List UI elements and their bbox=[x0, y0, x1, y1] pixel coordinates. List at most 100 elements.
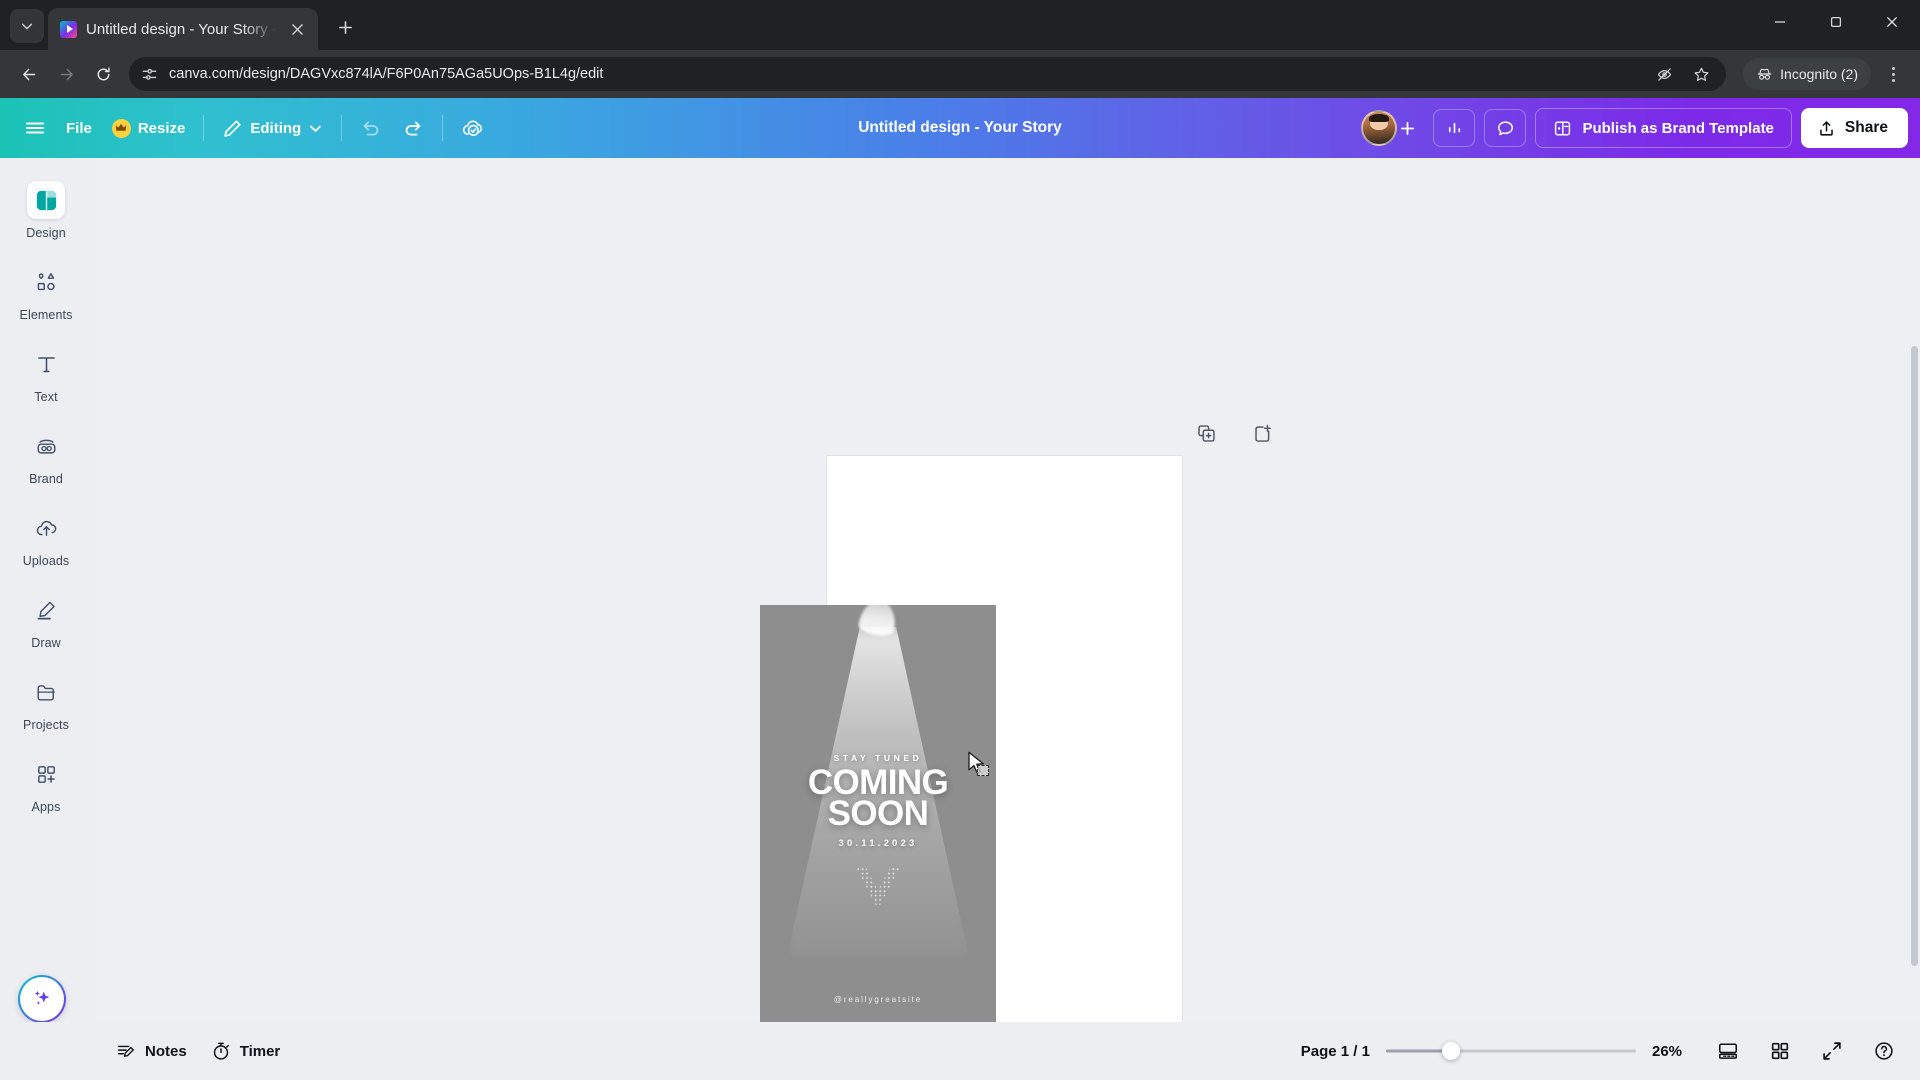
left-sidebar: Design Elements Text Brand Uploads Draw … bbox=[0, 158, 92, 1080]
browser-menu-button[interactable] bbox=[1878, 57, 1908, 91]
canvas-area[interactable]: STAY TUNED COMING SOON 30.11.2023 @reall… bbox=[92, 158, 1920, 1080]
crown-icon bbox=[111, 118, 131, 138]
share-label: Share bbox=[1844, 119, 1888, 136]
address-bar[interactable]: canva.com/design/DAGVxc874lA/F6P0An75AGa… bbox=[129, 57, 1727, 91]
saved-status-button[interactable] bbox=[451, 109, 495, 147]
canvas-scrollbar[interactable] bbox=[1911, 346, 1918, 966]
close-icon bbox=[1886, 16, 1898, 28]
design-text-block: STAY TUNED COMING SOON 30.11.2023 bbox=[760, 753, 996, 849]
elements-glyph bbox=[37, 272, 55, 290]
editing-mode-button[interactable]: Editing bbox=[212, 109, 333, 147]
duplicate-page-button[interactable] bbox=[1189, 416, 1223, 450]
kebab-dot bbox=[1891, 78, 1895, 82]
sidebar-item-elements[interactable]: Elements bbox=[8, 254, 84, 329]
incognito-indicator[interactable]: Incognito (2) bbox=[1743, 58, 1871, 90]
resize-button[interactable]: Resize bbox=[102, 109, 196, 147]
design-glyph bbox=[36, 190, 56, 210]
zoom-slider[interactable] bbox=[1386, 1042, 1636, 1060]
notes-button[interactable]: Notes bbox=[104, 1033, 199, 1069]
sidebar-item-uploads[interactable]: Uploads bbox=[8, 500, 84, 575]
chevron-down-icon bbox=[21, 23, 33, 30]
expand-icon bbox=[1823, 1042, 1841, 1060]
back-button[interactable] bbox=[12, 57, 46, 91]
plus-icon bbox=[338, 20, 352, 34]
bar-chart-icon bbox=[1448, 122, 1461, 133]
minimize-icon bbox=[1775, 21, 1785, 23]
timer-button[interactable]: Timer bbox=[199, 1033, 293, 1069]
date-text: 30.11.2023 bbox=[838, 838, 918, 850]
redo-button[interactable] bbox=[392, 109, 434, 147]
uploads-icon bbox=[27, 509, 65, 547]
magic-studio-button[interactable] bbox=[18, 975, 66, 1023]
sidebar-item-apps[interactable]: Apps bbox=[8, 746, 84, 821]
reload-button[interactable] bbox=[86, 57, 120, 91]
window-close-button[interactable] bbox=[1864, 0, 1920, 44]
arrow-right-icon bbox=[60, 68, 73, 80]
sidebar-item-label: Apps bbox=[31, 800, 61, 814]
chevron-down-icon bbox=[310, 125, 322, 132]
tracking-protection-button[interactable] bbox=[1651, 61, 1677, 87]
publish-as-brand-template-button[interactable]: Publish as Brand Template bbox=[1535, 108, 1792, 148]
eye-off-icon bbox=[1657, 67, 1671, 81]
browser-tab[interactable]: Untitled design - Your Story - C bbox=[48, 8, 318, 50]
text-glyph bbox=[37, 356, 55, 372]
design-element-coming-soon[interactable]: STAY TUNED COMING SOON 30.11.2023 @reall… bbox=[760, 605, 996, 1026]
toolbar-divider bbox=[341, 115, 343, 141]
undo-button[interactable] bbox=[350, 109, 392, 147]
sidebar-item-text[interactable]: Text bbox=[8, 336, 84, 411]
sidebar-item-label: Draw bbox=[31, 636, 61, 650]
browser-chrome: Untitled design - Your Story - C canva.c… bbox=[0, 0, 1920, 98]
sidebar-item-label: Uploads bbox=[22, 554, 70, 568]
forward-button[interactable] bbox=[49, 57, 83, 91]
sidebar-item-label: Text bbox=[34, 390, 58, 404]
add-page-icon-button[interactable] bbox=[1245, 416, 1279, 450]
app-body: Design Elements Text Brand Uploads Draw … bbox=[0, 158, 1920, 1080]
sparkles-icon bbox=[34, 991, 50, 1005]
share-button[interactable]: Share bbox=[1800, 108, 1908, 148]
zoom-slider-knob[interactable] bbox=[1442, 1042, 1460, 1060]
sidebar-item-design[interactable]: Design bbox=[8, 172, 84, 247]
design-artwork: STAY TUNED COMING SOON 30.11.2023 @reall… bbox=[760, 605, 996, 1026]
window-minimize-button[interactable] bbox=[1752, 0, 1808, 44]
help-button[interactable] bbox=[1866, 1033, 1902, 1069]
window-maximize-button[interactable] bbox=[1808, 0, 1864, 44]
toolbar-divider bbox=[442, 115, 444, 141]
sidebar-item-projects[interactable]: Projects bbox=[8, 664, 84, 739]
brand-glyph bbox=[37, 439, 55, 454]
main-menu-button[interactable] bbox=[14, 109, 56, 147]
star-icon bbox=[1694, 67, 1709, 81]
crown-glyph bbox=[116, 123, 127, 131]
undo-icon bbox=[363, 121, 379, 136]
folder-glyph bbox=[37, 684, 55, 701]
comments-button[interactable] bbox=[1484, 109, 1527, 147]
notes-label: Notes bbox=[145, 1042, 187, 1060]
site-settings-icon[interactable] bbox=[141, 66, 158, 83]
help-icon bbox=[1875, 1042, 1893, 1060]
file-label: File bbox=[66, 119, 92, 137]
redo-icon bbox=[405, 121, 421, 136]
new-tab-button[interactable] bbox=[328, 10, 362, 44]
collaborators bbox=[1361, 110, 1424, 146]
presenter-view-button[interactable] bbox=[1710, 1033, 1746, 1069]
reload-icon bbox=[97, 66, 110, 80]
sidebar-item-brand[interactable]: Brand bbox=[8, 418, 84, 493]
tab-search-button[interactable] bbox=[10, 9, 44, 43]
arrow-left-icon bbox=[22, 68, 35, 80]
insights-button[interactable] bbox=[1433, 109, 1476, 147]
avatar[interactable] bbox=[1361, 110, 1398, 146]
canva-app: File Resize Editing Untitled design - Yo… bbox=[0, 98, 1920, 1080]
zoom-level-label[interactable]: 26% bbox=[1652, 1043, 1694, 1060]
sidebar-item-label: Design bbox=[26, 226, 66, 240]
plus-icon bbox=[1400, 121, 1415, 135]
topbar-right-group: Publish as Brand Template Share bbox=[1361, 108, 1908, 148]
notes-icon bbox=[118, 1045, 134, 1057]
file-menu-button[interactable]: File bbox=[56, 109, 102, 147]
window-controls bbox=[1752, 0, 1920, 44]
tab-close-button[interactable] bbox=[286, 18, 308, 40]
fullscreen-button[interactable] bbox=[1814, 1033, 1850, 1069]
grid-icon bbox=[1771, 1042, 1789, 1060]
brand-icon bbox=[27, 427, 65, 465]
grid-view-button[interactable] bbox=[1762, 1033, 1798, 1069]
sidebar-item-draw[interactable]: Draw bbox=[8, 582, 84, 657]
bookmark-button[interactable] bbox=[1688, 61, 1714, 87]
